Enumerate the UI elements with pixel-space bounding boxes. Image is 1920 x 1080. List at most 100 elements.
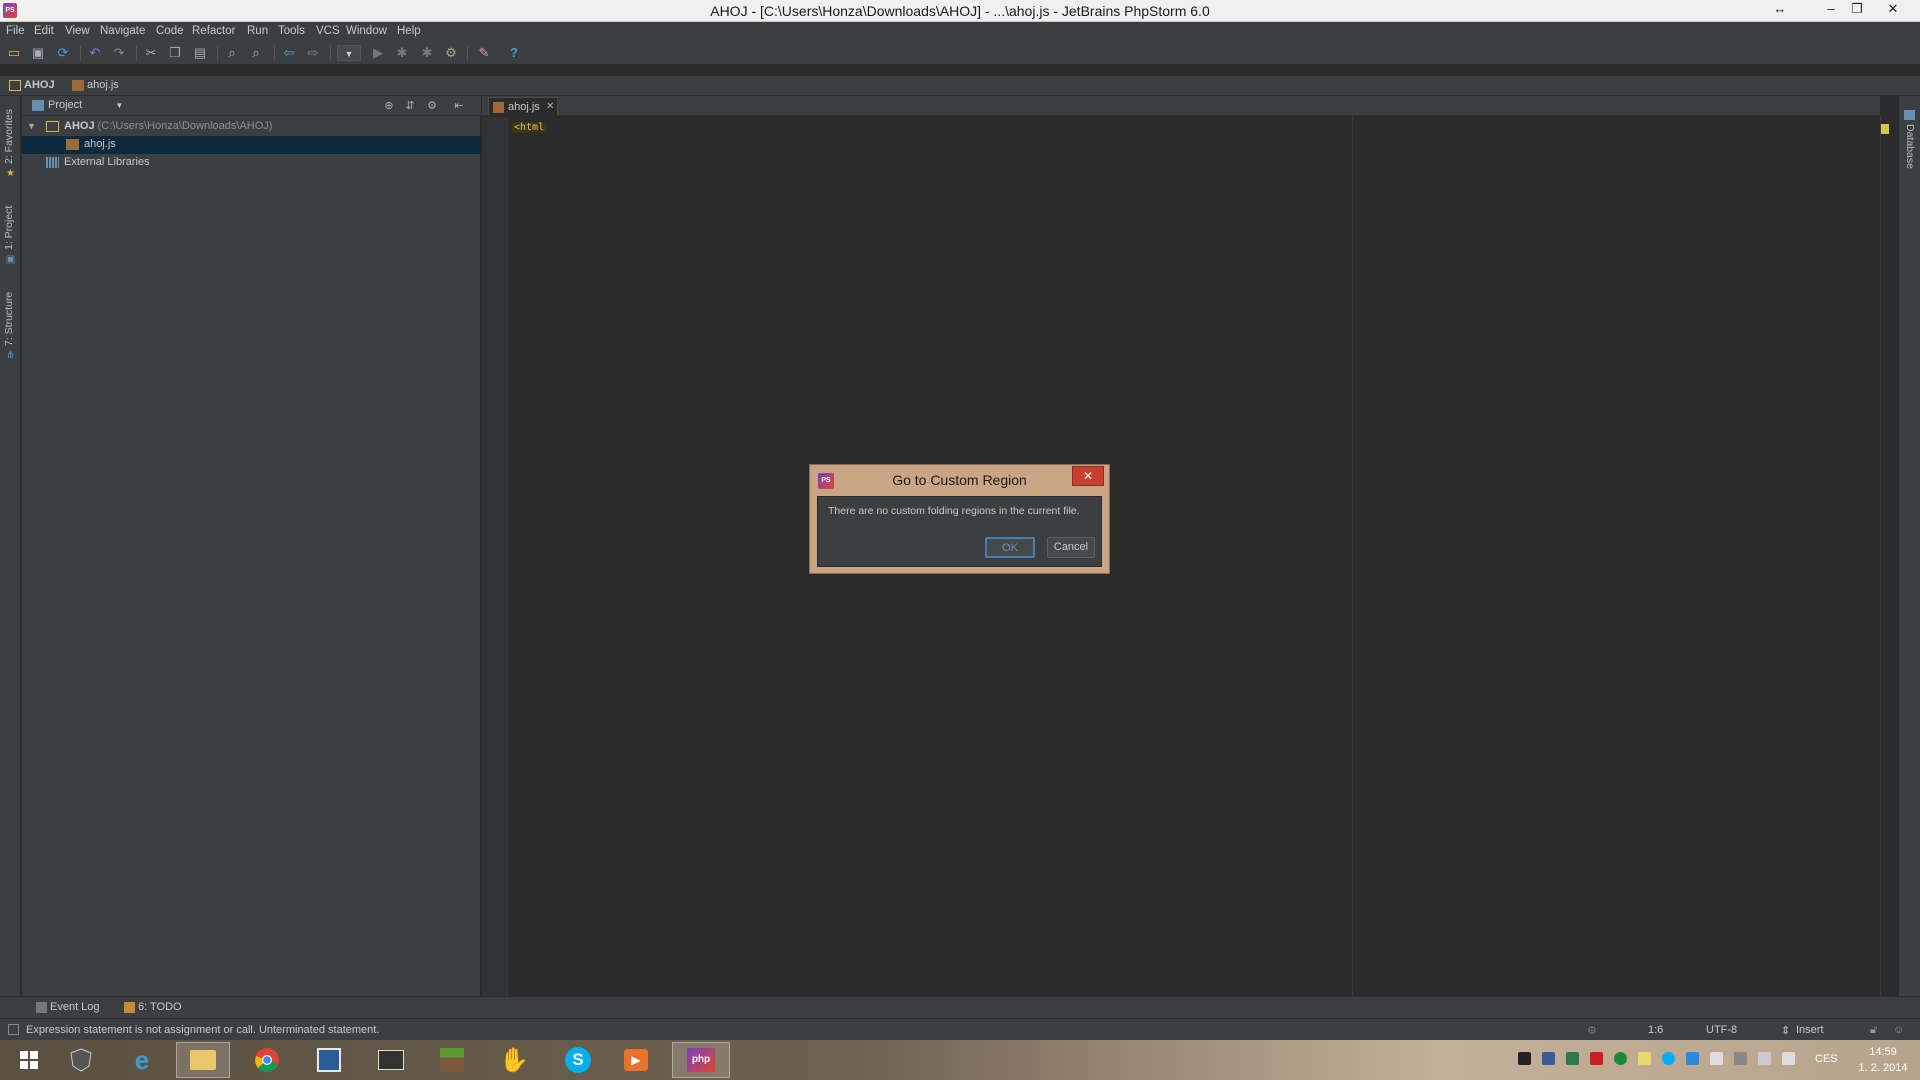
tab-database[interactable]: Database xyxy=(1904,124,1916,169)
warning-marker[interactable] xyxy=(1881,124,1889,134)
paste-icon[interactable]: ▤ xyxy=(192,45,208,61)
debug-icon[interactable]: ✱ xyxy=(394,45,410,61)
expand-arrow-icon[interactable]: ▼ xyxy=(27,121,36,131)
flag-icon[interactable] xyxy=(1710,1052,1723,1065)
menu-navigate[interactable]: Navigate xyxy=(100,25,145,37)
run-config-dropdown[interactable]: ▼ xyxy=(337,45,361,61)
inspector-icon[interactable]: ☺ xyxy=(1893,1024,1904,1036)
tree-item-external-libraries[interactable]: External Libraries xyxy=(22,154,481,172)
settings-gear-icon[interactable]: ⚙ xyxy=(425,99,439,113)
ok-button[interactable]: OK xyxy=(985,537,1035,558)
run-icon[interactable]: ▶ xyxy=(370,45,386,61)
resize-icon[interactable]: ↔ xyxy=(1767,0,1793,20)
replace-icon[interactable]: ⌕ xyxy=(248,45,264,61)
tab-project[interactable]: 1: Project xyxy=(3,206,15,250)
breadcrumb-file-label: ahoj.js xyxy=(87,79,119,91)
menu-run[interactable]: Run xyxy=(247,25,268,37)
insert-mode[interactable]: Insert xyxy=(1796,1024,1824,1036)
menu-view[interactable]: View xyxy=(65,25,90,37)
hide-panel-icon[interactable]: ⇤ xyxy=(452,99,466,113)
lock-icon[interactable]: 🔓︎ xyxy=(1870,1024,1877,1037)
tab-todo[interactable]: 6: TODO xyxy=(124,1001,182,1013)
undo-icon[interactable]: ↶ xyxy=(87,45,103,61)
tree-item-project-root[interactable]: ▼ AHOJ (C:\Users\Honza\Downloads\AHOJ) xyxy=(22,118,481,136)
tab-structure[interactable]: 7: Structure xyxy=(3,292,15,346)
copy-icon[interactable]: ❐ xyxy=(167,45,183,61)
project-view-selector[interactable]: Project ▼ xyxy=(32,99,123,111)
code-line[interactable]: <html xyxy=(512,122,547,133)
tray-app-icon[interactable] xyxy=(1566,1052,1579,1065)
menu-help[interactable]: Help xyxy=(397,25,421,37)
chrome-icon[interactable] xyxy=(240,1042,294,1078)
media-player-icon[interactable]: ▶ xyxy=(609,1042,663,1078)
tab-event-log[interactable]: Event Log xyxy=(36,1001,100,1013)
hand-app-icon[interactable]: ✋ xyxy=(487,1042,541,1078)
cancel-button[interactable]: Cancel xyxy=(1047,537,1095,558)
redo-icon[interactable]: ↷ xyxy=(111,45,127,61)
breadcrumb-project[interactable]: AHOJ xyxy=(6,79,60,94)
settings-icon[interactable]: ✎ xyxy=(476,45,492,61)
internet-explorer-icon[interactable]: e xyxy=(115,1042,169,1078)
menu-file[interactable]: File xyxy=(6,25,25,37)
dialog-title: Go to Custom Region xyxy=(892,472,1027,488)
dialog-close-button[interactable]: ✕ xyxy=(1072,466,1104,486)
tray-folder-icon[interactable] xyxy=(1638,1052,1651,1065)
cut-icon[interactable]: ✂ xyxy=(143,45,159,61)
tray-app-icon[interactable] xyxy=(1518,1052,1531,1065)
dropbox-icon[interactable] xyxy=(1686,1052,1699,1065)
caret-position[interactable]: 1:6 xyxy=(1648,1024,1663,1036)
find-icon[interactable]: ⌕ xyxy=(224,45,240,61)
breadcrumb-file[interactable]: ahoj.js xyxy=(69,79,124,94)
save-all-icon[interactable]: ▣ xyxy=(30,45,46,61)
tray-app-icon[interactable] xyxy=(1734,1052,1747,1065)
menu-window[interactable]: Window xyxy=(346,25,387,37)
file-encoding[interactable]: UTF-8 xyxy=(1706,1024,1737,1036)
phpstorm-taskbar-icon[interactable]: php xyxy=(672,1042,730,1078)
acrobat-icon[interactable] xyxy=(1590,1052,1603,1065)
menu-edit[interactable]: Edit xyxy=(34,25,54,37)
start-button[interactable] xyxy=(2,1042,56,1078)
minimize-button[interactable]: – xyxy=(1818,0,1844,20)
skype-icon[interactable]: S xyxy=(551,1042,605,1078)
utorrent-icon[interactable] xyxy=(1614,1052,1627,1065)
grass-block-icon xyxy=(440,1048,464,1072)
restore-button[interactable]: ❐ xyxy=(1844,0,1870,20)
close-window-button[interactable]: ✕ xyxy=(1880,0,1906,20)
tool-windows-toggle-icon[interactable] xyxy=(8,1024,19,1035)
open-folder-icon[interactable]: ▭ xyxy=(6,45,22,61)
tab-favorites[interactable]: 2: Favorites xyxy=(3,109,15,164)
todo-icon xyxy=(124,1002,135,1013)
scroll-from-source-icon[interactable]: ⊕ xyxy=(382,99,396,113)
menu-vcs[interactable]: VCS xyxy=(316,25,340,37)
input-language[interactable]: CES xyxy=(1815,1053,1838,1065)
close-tab-icon[interactable]: ✕ xyxy=(546,101,554,112)
file-explorer-icon[interactable] xyxy=(176,1042,230,1078)
system-clock[interactable]: 14:59 1. 2. 2014 xyxy=(1850,1044,1916,1076)
shield-icon xyxy=(70,1048,92,1072)
event-log-label: Event Log xyxy=(50,1001,100,1013)
sync-icon[interactable]: ⟳ xyxy=(55,45,71,61)
tray-app-icon[interactable] xyxy=(1542,1052,1555,1065)
menu-refactor[interactable]: Refactor xyxy=(192,25,235,37)
toolbar-separator xyxy=(330,46,331,61)
forward-icon[interactable]: ⇨ xyxy=(305,45,321,61)
collapse-all-icon[interactable]: ⇵ xyxy=(403,99,417,113)
volume-icon[interactable] xyxy=(1782,1052,1795,1065)
editor-tab-ahoj-js[interactable]: ahoj.js ✕ xyxy=(488,97,558,116)
dialog-body: There are no custom folding regions in t… xyxy=(817,496,1102,567)
tree-item-file[interactable]: ahoj.js xyxy=(22,136,481,154)
vcs-icon[interactable]: ⚙ xyxy=(443,45,459,61)
go-to-custom-region-dialog: PS Go to Custom Region ✕ There are no cu… xyxy=(809,464,1110,574)
menu-tools[interactable]: Tools xyxy=(278,25,305,37)
taskbar-tanks-app[interactable] xyxy=(54,1042,108,1078)
back-icon[interactable]: ⇦ xyxy=(281,45,297,61)
network-icon[interactable] xyxy=(1758,1052,1771,1065)
video-app-icon[interactable] xyxy=(364,1042,418,1078)
coverage-icon[interactable]: ✱ xyxy=(419,45,435,61)
minecraft-icon[interactable] xyxy=(425,1042,479,1078)
help-icon[interactable]: ? xyxy=(506,45,522,61)
editor-tab-label: ahoj.js xyxy=(508,101,540,113)
editor-app-icon[interactable] xyxy=(302,1042,356,1078)
menu-code[interactable]: Code xyxy=(156,25,184,37)
skype-tray-icon[interactable] xyxy=(1662,1052,1675,1065)
